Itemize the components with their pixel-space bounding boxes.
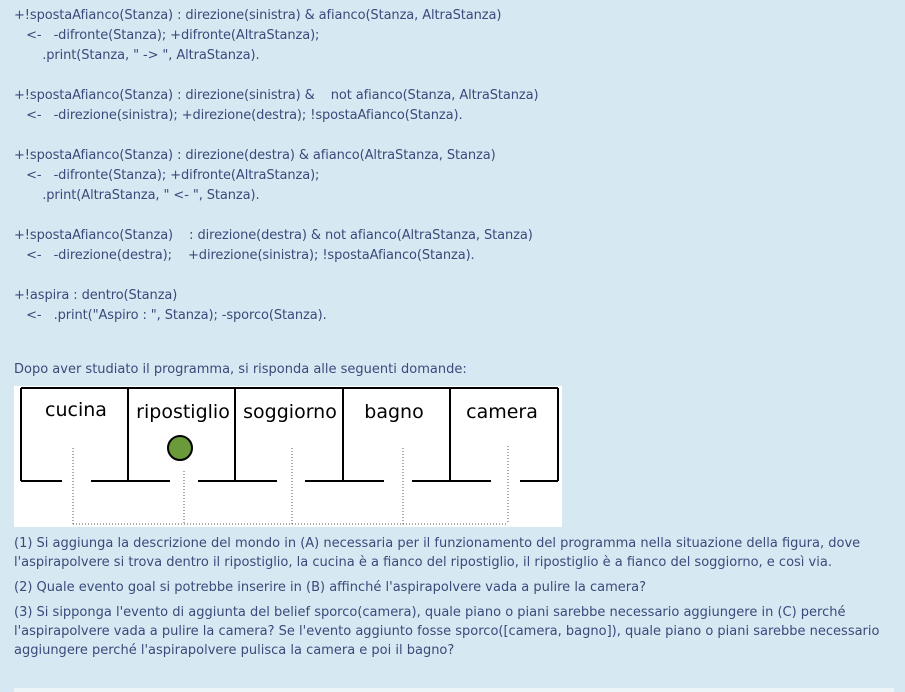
code-line: +!aspira : dentro(Stanza) bbox=[14, 288, 178, 303]
code-line: <- -direzione(destra); +direzione(sinist… bbox=[14, 248, 475, 263]
question-3: (3) Si sipponga l'evento di aggiunta del… bbox=[14, 605, 880, 658]
question-2: (2) Quale evento goal si potrebbe inseri… bbox=[14, 580, 647, 595]
room-label-soggiorno: soggiorno bbox=[243, 401, 337, 423]
room-label-ripostiglio: ripostiglio bbox=[136, 401, 230, 423]
code-line: +!spostaAfianco(Stanza) : direzione(dest… bbox=[14, 228, 533, 243]
corridor-path bbox=[72, 446, 509, 525]
code-line: <- -difronte(Stanza); +difronte(AltraSta… bbox=[14, 168, 320, 183]
room-label-camera: camera bbox=[466, 401, 538, 423]
code-line: <- -direzione(sinistra); +direzione(dest… bbox=[14, 108, 463, 123]
questions: (1) Si aggiunga la descrizione del mondo… bbox=[14, 534, 894, 666]
room-label-bagno: bagno bbox=[364, 401, 423, 423]
code-line: .print(AltraStanza, " <- ", Stanza). bbox=[14, 188, 260, 203]
code-line: +!spostaAfianco(Stanza) : direzione(sini… bbox=[14, 8, 502, 23]
question-1: (1) Si aggiunga la descrizione del mondo… bbox=[14, 536, 861, 570]
code-line: +!spostaAfianco(Stanza) : direzione(sini… bbox=[14, 88, 539, 103]
rooms-diagram: cucina ripostiglio soggiorno bagno camer… bbox=[20, 387, 559, 525]
page-bottom-edge bbox=[14, 688, 894, 692]
rooms-figure: cucina ripostiglio soggiorno bagno camer… bbox=[14, 386, 562, 527]
room-label-cucina: cucina bbox=[45, 399, 107, 421]
code-line: <- -difronte(Stanza); +difronte(AltraSta… bbox=[14, 28, 320, 43]
code-line: +!spostaAfianco(Stanza) : direzione(dest… bbox=[14, 148, 496, 163]
code-listing: +!spostaAfianco(Stanza) : direzione(sini… bbox=[14, 6, 539, 326]
vacuum-cleaner-icon bbox=[167, 435, 193, 461]
code-line: .print(Stanza, " -> ", AltraStanza). bbox=[14, 48, 260, 63]
intro-text: Dopo aver studiato il programma, si risp… bbox=[14, 362, 467, 377]
code-line: <- .print("Aspiro : ", Stanza); -sporco(… bbox=[14, 308, 327, 323]
